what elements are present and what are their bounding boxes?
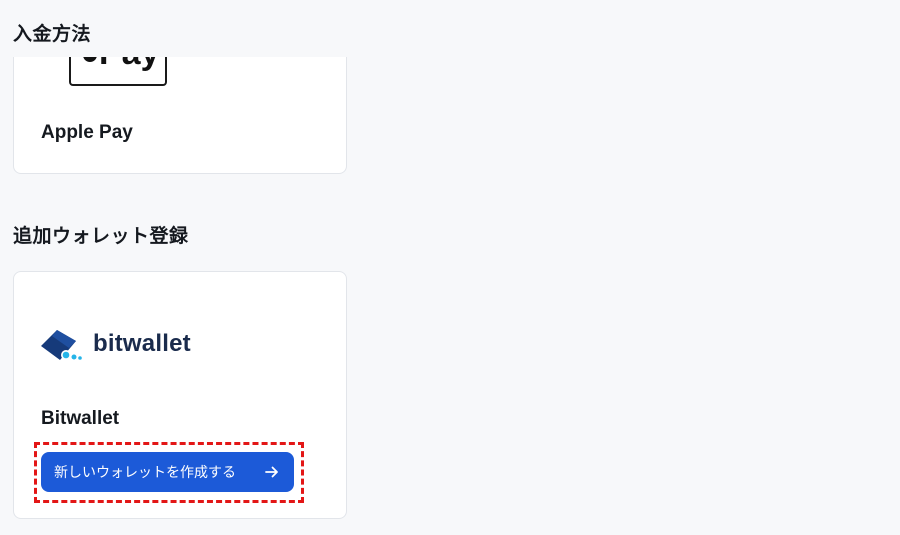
bitwallet-logo-icon xyxy=(41,330,82,360)
section-title-wallet: 追加ウォレット登録 xyxy=(13,225,189,247)
section-title-deposit: 入金方法 xyxy=(13,23,92,45)
arrow-right-icon xyxy=(265,466,279,478)
create-wallet-button[interactable]: 新しいウォレットを作成する xyxy=(41,452,294,492)
deposit-header: 入金方法 xyxy=(0,0,900,57)
bitwallet-label: Bitwallet xyxy=(41,408,120,429)
page: Pay Apple Pay 入金方法 追加ウォレット登録 bitwallet B… xyxy=(0,0,900,535)
create-wallet-button-label: 新しいウォレットを作成する xyxy=(54,465,236,481)
applepay-label: Apple Pay xyxy=(41,122,133,143)
bitwallet-logo-text: bitwallet xyxy=(93,330,191,357)
